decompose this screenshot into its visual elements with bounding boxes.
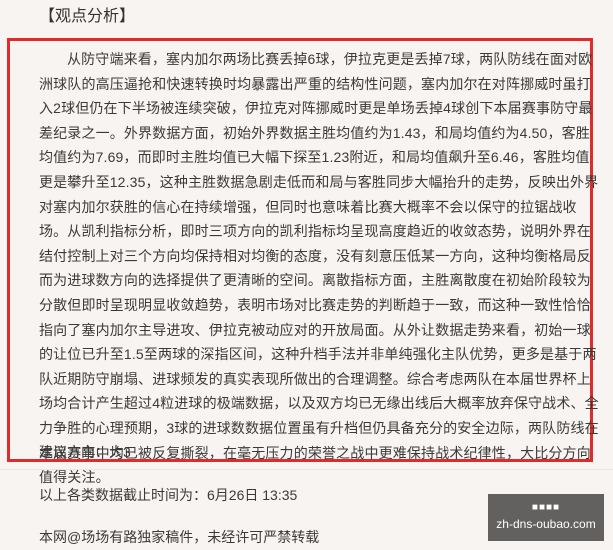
divider xyxy=(0,469,613,470)
copyright-notice: 本网@场场有路独家稿件，未经许可严禁转载 xyxy=(39,529,320,545)
analysis-paragraph: 从防守端来看，塞内加尔两场比赛丢掉6球，伊拉克更是丢掉7球，两队防线在面对欧洲球… xyxy=(39,51,599,486)
advice-line: 建议方向：大3 xyxy=(39,444,131,460)
watermark-badge: ■■■■ zh-dns-oubao.com xyxy=(488,494,604,541)
data-timestamp: 以上各类数据截止时间为：6月26日 13:35 xyxy=(39,487,298,503)
watermark-domain: zh-dns-oubao.com xyxy=(496,517,596,531)
section-title: 【观点分析】 xyxy=(39,8,136,25)
watermark-top-text: ■■■■ xyxy=(531,502,561,513)
